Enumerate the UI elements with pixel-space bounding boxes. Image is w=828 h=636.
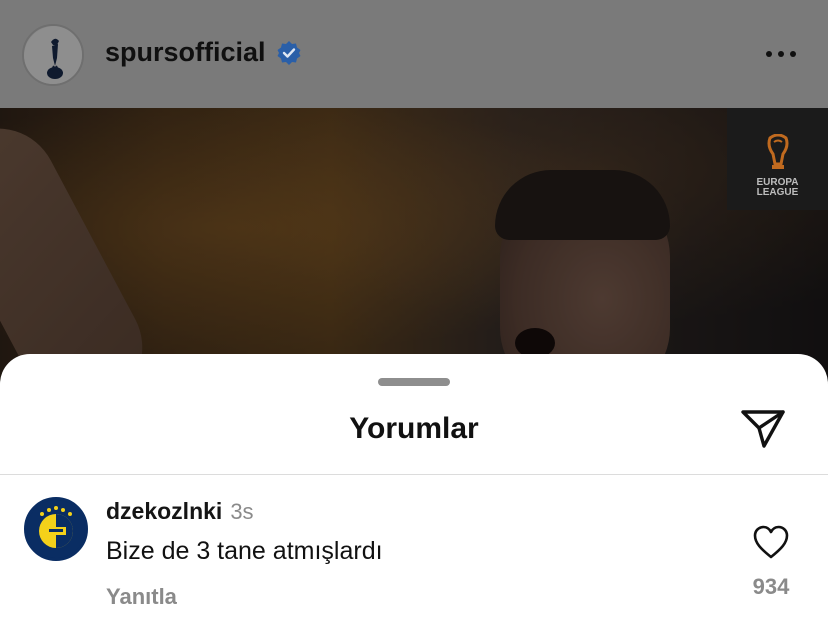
fenerbahce-logo-icon [27,500,85,558]
comment-meta: dzekozlnki 3s [106,498,254,525]
like-count: 934 [752,574,790,599]
comment-timestamp: 3s [230,499,254,524]
badge-text-league: LEAGUE [756,187,799,198]
comment-username[interactable]: dzekozlnki [106,498,222,525]
post-user[interactable]: spursofficial [105,37,302,68]
comment-text: Bize de 3 tane atmışlardı [106,537,383,565]
sheet-grabber-handle[interactable] [378,378,450,386]
send-paper-plane-icon[interactable] [740,408,786,450]
comment-avatar[interactable] [24,497,88,561]
comments-sheet: Yorumlar dzekozlnki 3s Bize de 3 tane at… [0,354,828,636]
europa-league-badge: EUROPA LEAGUE [727,108,828,210]
post-username[interactable]: spursofficial [105,37,266,68]
post-image: EUROPA LEAGUE [0,108,828,388]
spurs-cockerel-logo-icon [24,26,82,84]
post-header: spursofficial [0,0,828,108]
more-horizontal-icon[interactable] [766,44,802,64]
uefa-europa-league-trophy-icon [767,134,788,169]
reply-button[interactable]: Yanıtla [106,584,177,610]
sheet-divider [0,474,828,475]
heart-outline-icon[interactable] [752,524,790,560]
spurs-avatar[interactable] [22,24,84,86]
verified-badge-icon [277,40,301,65]
sheet-title: Yorumlar [349,412,479,445]
